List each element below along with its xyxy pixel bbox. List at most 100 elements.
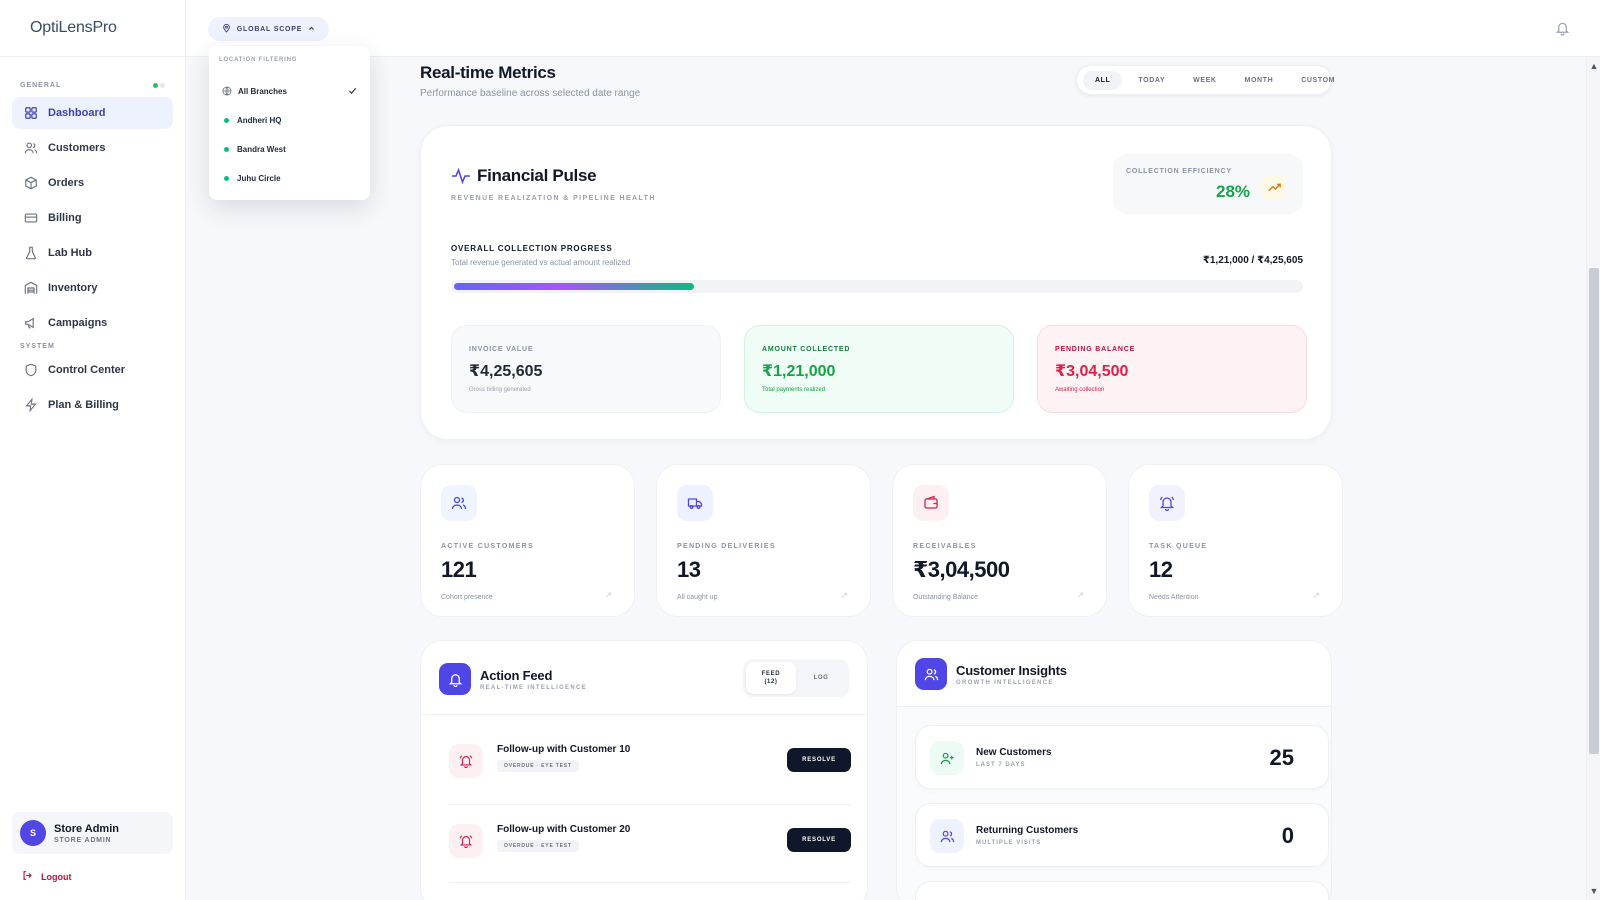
- progress-fill: [454, 283, 695, 290]
- grid-icon: [24, 106, 38, 120]
- arrow-up-right-icon: ↗: [840, 590, 848, 600]
- notifications-button[interactable]: [1555, 20, 1570, 41]
- divider: [449, 804, 851, 805]
- sidebar-item-label: Inventory: [48, 282, 98, 294]
- scroll-down-icon[interactable]: ▼: [1587, 884, 1600, 898]
- sidebar-item-customers[interactable]: Customers: [12, 132, 173, 164]
- status-dot: [224, 147, 229, 152]
- global-scope-button[interactable]: GLOBAL SCOPE: [208, 17, 329, 41]
- customer-insights-header: Customer Insights GROWTH INTELLIGENCE: [897, 641, 1331, 707]
- scrollbar-thumb[interactable]: [1589, 268, 1599, 754]
- tab-month[interactable]: MONTH: [1233, 71, 1286, 90]
- bolt-icon: [24, 398, 38, 412]
- box-icon: [24, 176, 38, 190]
- divider: [449, 882, 851, 883]
- financial-title: Financial Pulse: [477, 166, 597, 185]
- main-content: Real-time Metrics Performance baseline a…: [186, 57, 1586, 900]
- feed-item: Follow-up with Customer 20 OVERDUE · EYE…: [449, 810, 851, 872]
- sidebar-item-label: Orders: [48, 177, 85, 189]
- sidebar-item-dashboard[interactable]: Dashboard: [12, 97, 173, 129]
- action-feed-header: Action Feed REAL-TIME INTELLIGENCE FEED(…: [421, 641, 867, 715]
- bell-icon: [1555, 22, 1570, 40]
- kpi-card-active-customers[interactable]: ACTIVE CUSTOMERS 121 Cohort presence ↗: [420, 464, 635, 617]
- nav-section-label: SYSTEM: [20, 343, 55, 350]
- sidebar-item-lab-hub[interactable]: Lab Hub: [12, 237, 173, 269]
- dropdown-item-label: Andheri HQ: [237, 116, 282, 125]
- bell-icon: [439, 663, 471, 695]
- wallet-icon: [913, 485, 949, 521]
- tab-log[interactable]: LOG: [796, 662, 846, 694]
- sidebar-item-control-center[interactable]: Control Center: [12, 354, 173, 386]
- truck-icon: [677, 485, 713, 521]
- status-dot: [224, 118, 229, 123]
- warehouse-icon: [24, 281, 38, 295]
- user-name: Store Admin: [54, 822, 119, 835]
- dropdown-item-juhu-circle[interactable]: Juhu Circle: [219, 164, 360, 193]
- sidebar-item-inventory[interactable]: Inventory: [12, 272, 173, 304]
- dropdown-item-all-branches[interactable]: All Branches: [219, 77, 360, 106]
- stat-note: Awaiting collection: [1055, 387, 1105, 393]
- tab-today[interactable]: TODAY: [1126, 71, 1177, 90]
- stat-note: Total payments realized: [762, 387, 826, 393]
- insight-title: New Customers: [976, 747, 1052, 758]
- kpi-card-pending-deliveries[interactable]: PENDING DELIVERIES 13 All caught up ↗: [656, 464, 871, 617]
- tab-all[interactable]: ALL: [1083, 70, 1123, 90]
- user-profile-card[interactable]: S Store Admin STORE ADMIN: [12, 812, 173, 854]
- sidebar-item-plan-billing[interactable]: Plan & Billing: [12, 389, 173, 421]
- sidebar-item-label: Campaigns: [48, 317, 108, 329]
- sidebar-item-orders[interactable]: Orders: [12, 167, 173, 199]
- pending-balance-card: PENDING BALANCE ₹3,04,500 Awaiting colle…: [1037, 325, 1307, 413]
- logout-button[interactable]: Logout: [22, 870, 72, 883]
- resolve-button[interactable]: RESOLVE: [787, 828, 851, 852]
- kpi-card-receivables[interactable]: RECEIVABLES ₹3,04,500 Outstanding Balanc…: [892, 464, 1107, 617]
- kpi-value: ₹3,04,500: [913, 557, 1010, 582]
- insight-value: 0: [1281, 823, 1294, 848]
- insight-card-new-customers[interactable]: New Customers LAST 7 DAYS 25: [915, 725, 1329, 789]
- action-feed-panel: Action Feed REAL-TIME INTELLIGENCE FEED(…: [420, 640, 868, 900]
- insight-card-returning-customers[interactable]: Returning Customers MULTIPLE VISITS 0: [915, 803, 1329, 867]
- kpi-card-task-queue[interactable]: TASK QUEUE 12 Needs Attention ↗: [1128, 464, 1343, 617]
- vertical-scrollbar[interactable]: ▲ ▼: [1586, 57, 1600, 900]
- logout-label: Logout: [41, 871, 72, 882]
- topbar: GLOBAL SCOPE: [186, 0, 1600, 57]
- collection-progress-bar: [451, 280, 1303, 293]
- tab-week[interactable]: WEEK: [1181, 71, 1228, 90]
- bell-ring-icon: [1149, 485, 1185, 521]
- date-range-tabs: ALL TODAY WEEK MONTH CUSTOM: [1076, 65, 1334, 95]
- arrow-up-right-icon: ↗: [1076, 590, 1084, 600]
- bell-ring-icon: [449, 744, 483, 778]
- dropdown-item-andheri-hq[interactable]: Andheri HQ: [219, 106, 360, 135]
- dropdown-item-bandra-west[interactable]: Bandra West: [219, 135, 360, 164]
- sidebar-item-label: Customers: [48, 142, 106, 154]
- scroll-up-icon[interactable]: ▲: [1587, 59, 1600, 73]
- users-icon: [24, 141, 38, 155]
- customer-insights-subtitle: GROWTH INTELLIGENCE: [956, 680, 1054, 686]
- progress-title: OVERALL COLLECTION PROGRESS: [451, 244, 613, 253]
- tab-custom[interactable]: CUSTOM: [1289, 71, 1347, 90]
- feed-item: Follow-up with Customer 10 OVERDUE · EYE…: [449, 730, 851, 792]
- sidebar-item-campaigns[interactable]: Campaigns: [12, 307, 173, 339]
- amount-collected-card: AMOUNT COLLECTED ₹1,21,000 Total payment…: [744, 325, 1014, 413]
- global-scope-label: GLOBAL SCOPE: [236, 25, 303, 33]
- financial-subtitle: REVENUE REALIZATION & PIPELINE HEALTH: [451, 195, 656, 202]
- feed-log-tabs: FEED (12) LOG: [743, 659, 849, 697]
- tab-feed[interactable]: FEED (12): [746, 662, 796, 694]
- kpi-value: 121: [441, 557, 477, 582]
- users-icon: [915, 658, 947, 690]
- insight-title: Returning Customers: [976, 825, 1079, 836]
- kpi-value: 12: [1149, 557, 1173, 582]
- sidebar-item-billing[interactable]: Billing: [12, 202, 173, 234]
- financial-pulse-card: Financial Pulse REVENUE REALIZATION & PI…: [420, 125, 1332, 440]
- action-feed-title: Action Feed: [480, 668, 553, 683]
- check-icon: [348, 86, 357, 97]
- nav-section-system: SYSTEM: [0, 343, 185, 350]
- stat-label: AMOUNT COLLECTED: [762, 346, 851, 353]
- dropdown-item-label: Juhu Circle: [237, 174, 281, 183]
- insight-card-partial[interactable]: [915, 881, 1329, 900]
- megaphone-icon: [24, 316, 38, 330]
- brand-logo[interactable]: OptiLensPro: [0, 0, 185, 57]
- resolve-button[interactable]: RESOLVE: [787, 748, 851, 772]
- status-toggle[interactable]: [153, 83, 165, 88]
- kpi-label: TASK QUEUE: [1149, 543, 1208, 550]
- stat-value: ₹1,21,000: [762, 363, 836, 380]
